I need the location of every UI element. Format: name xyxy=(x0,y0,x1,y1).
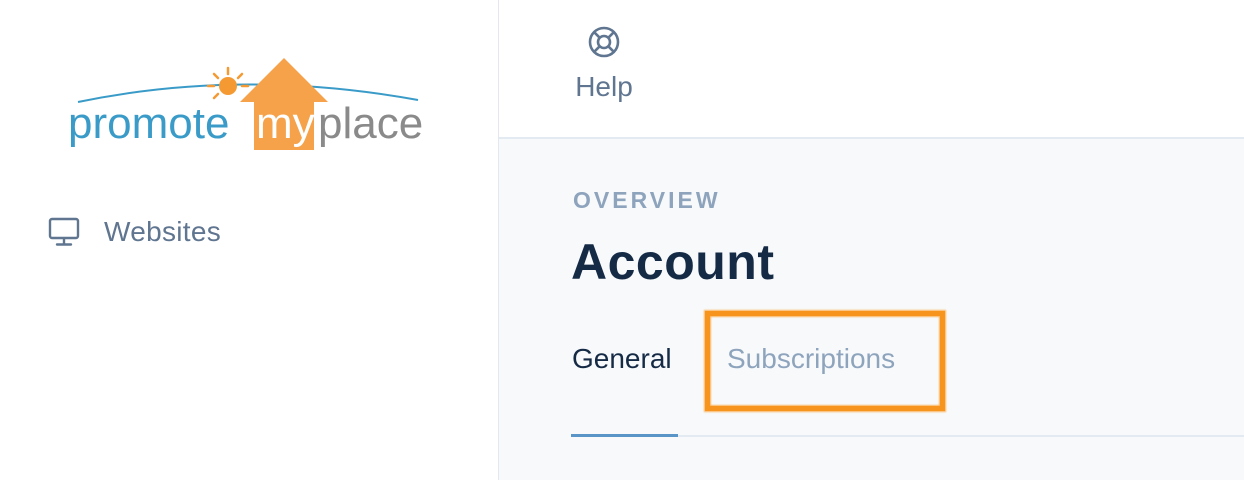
sidebar: promote my place Websites xyxy=(0,0,499,480)
promote-my-place-logo[interactable]: promote my place xyxy=(62,54,442,158)
account-main: OVERVIEW Account General Subscriptions xyxy=(499,139,1244,480)
sidebar-item-label: Websites xyxy=(104,216,222,247)
logo-word-place: place xyxy=(318,99,423,148)
help-button[interactable]: Help xyxy=(569,24,639,114)
sidebar-item-websites[interactable]: Websites xyxy=(46,206,306,258)
page-title: Account xyxy=(571,234,775,290)
top-bar: Help xyxy=(499,0,1244,139)
logo-word-my: my xyxy=(256,99,315,148)
monitor-icon xyxy=(46,214,82,250)
help-label: Help xyxy=(575,71,633,102)
logo-graphic: promote my place xyxy=(68,58,423,150)
subscriptions-highlight-box xyxy=(705,311,945,411)
tab-general[interactable]: General xyxy=(572,343,672,375)
lifebuoy-icon xyxy=(586,24,622,65)
logo-word-promote: promote xyxy=(68,99,229,148)
page-overline: OVERVIEW xyxy=(573,187,721,213)
active-tab-indicator xyxy=(571,434,678,437)
